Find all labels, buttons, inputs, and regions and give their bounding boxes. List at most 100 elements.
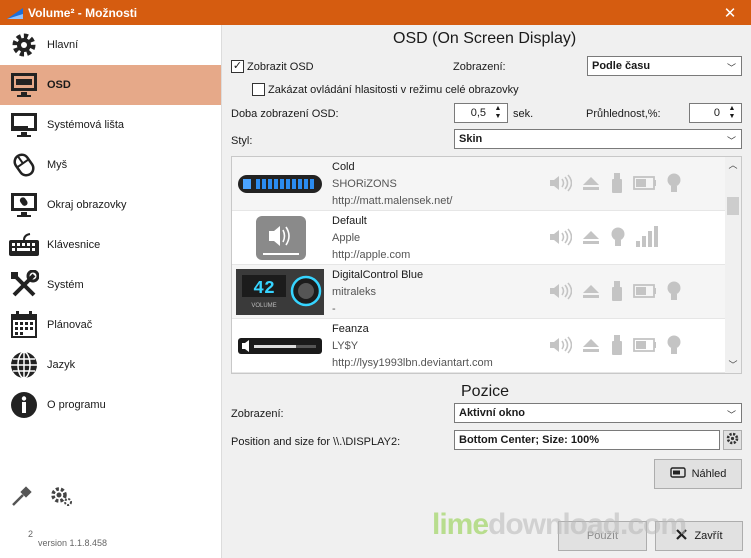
spinner-arrows-icon[interactable]: ▲ ▼ [490,105,506,121]
battery-icon [633,176,657,193]
position-size-field[interactable]: Bottom Center; Size: 100% [454,430,720,450]
skin-features [548,334,682,359]
sidebar-item-label: Plánovač [47,319,93,331]
usb-icon [610,280,624,305]
show-osd-checkbox[interactable]: ✓ [231,60,244,73]
skin-author: SHORiZONS [332,178,397,190]
osd-duration-spinner[interactable]: 0,5 ▲ ▼ [454,103,508,123]
lightbulb-icon [666,280,682,305]
osd-duration-label: Doba zobrazení OSD: [231,108,339,120]
disable-fullscreen-checkbox[interactable] [252,83,265,96]
taskbar-icon [8,109,40,141]
skin-list-scrollbar[interactable]: ︿ ﹀ [725,157,741,373]
eject-icon [581,175,601,194]
gear-icon [8,29,40,61]
close-icon[interactable]: ✕ [709,0,751,25]
skin-row-cold[interactable]: Cold SHORiZONS http://matt.malensek.net/ [232,157,726,211]
sidebar-item-label: OSD [47,79,71,91]
thumb-caption: VOLUME [251,303,276,309]
battery-icon [633,284,657,301]
sidebar-item-label: Jazyk [47,359,76,371]
sidebar-tools [10,485,74,510]
usb-icon [610,334,624,359]
sidebar-item-planovac[interactable]: Plánovač [0,305,221,345]
sidebar: Hlavní OSD Systémová lišta Myš Okraj obr… [0,25,222,558]
app-volume-icon [6,6,24,20]
brush-icon[interactable] [10,485,34,510]
skin-row-default[interactable]: Default Apple http://apple.com [232,211,726,265]
signal-bars-icon [635,226,659,251]
preview-icon [669,467,686,481]
position-display-label: Zobrazení: [231,408,284,420]
style-value: Skin [459,133,483,145]
position-display-value: Aktivní okno [459,407,526,419]
osd-display-select[interactable]: Podle času ﹀ [587,56,742,76]
position-size-value: Bottom Center; Size: 100% [459,434,599,446]
skin-name: Feanza [332,323,369,335]
skin-features [548,172,682,197]
tools-icon [8,269,40,301]
eject-icon [581,337,601,356]
skin-features [548,280,682,305]
sidebar-item-klavesnice[interactable]: Klávesnice [0,225,221,265]
skin-url: http://lysy1993lbn.deviantart.com [332,357,493,369]
info-icon [8,389,40,421]
mouse-icon [8,149,40,181]
skin-row-feanza[interactable]: Feanza LY$Y http://lysy1993lbn.deviantar… [232,319,726,373]
position-display-select[interactable]: Aktivní okno ﹀ [454,403,742,423]
skin-thumbnail-digitalcontrol: 42 VOLUME [236,269,324,315]
skin-author: Apple [332,232,361,244]
close-label: Zavřít [694,530,723,542]
sidebar-item-label: Systém [47,279,84,291]
sidebar-item-label: Myš [47,159,68,171]
preview-label: Náhled [691,468,727,480]
watermark-logo: limedownload.com [432,508,687,542]
sidebar-item-mys[interactable]: Myš [0,145,221,185]
osd-display-value: Podle času [592,60,651,72]
transparency-label: Průhlednost,%: [586,108,661,120]
version-superscript: 2 [28,529,34,539]
show-osd-label: Zobrazit OSD [247,61,314,73]
sidebar-item-osd[interactable]: OSD [0,65,221,105]
skin-author: LY$Y [332,340,359,352]
osd-display-label: Zobrazení: [453,61,506,73]
keyboard-icon [8,229,40,261]
sidebar-item-systemova-lista[interactable]: Systémová lišta [0,105,221,145]
sidebar-item-jazyk[interactable]: Jazyk [0,345,221,385]
spinner-arrows-icon[interactable]: ▲ ▼ [724,105,740,121]
scrollbar-thumb[interactable] [727,197,739,215]
sidebar-item-okraj-obrazovky[interactable]: Okraj obrazovky [0,185,221,225]
skin-name: Default [332,215,367,227]
gear-icon [726,432,739,448]
title-bar: Volume² - Možnosti ✕ [0,0,751,25]
skin-name: Cold [332,161,355,173]
style-select[interactable]: Skin ﹀ [454,129,742,149]
scroll-up-icon[interactable]: ︿ [725,157,741,173]
sidebar-item-label: Klávesnice [47,239,101,251]
chevron-down-icon: ﹀ [726,136,736,146]
speaker-icon [548,173,573,196]
osd-duration-value: 0,5 [470,107,486,119]
skin-row-digitalcontrol-blue[interactable]: 42 VOLUME DigitalControl Blue mitraleks - [232,265,726,319]
chevron-down-icon: ﹀ [726,63,736,73]
eject-icon [581,229,601,248]
scroll-down-icon[interactable]: ﹀ [725,357,741,373]
position-section-title: Pozice [461,383,510,400]
speaker-icon [548,281,573,304]
osd-section-title: OSD (On Screen Display) [393,30,577,47]
skin-list[interactable]: Cold SHORiZONS http://matt.malensek.net/… [231,156,742,374]
duration-unit: sek. [513,108,534,120]
preview-button[interactable]: Náhled [654,459,742,489]
globe-icon [8,349,40,381]
sidebar-item-hlavni[interactable]: Hlavní [0,25,221,65]
settings-gear-icon[interactable] [50,485,74,510]
skin-author: mitraleks [332,286,377,298]
position-settings-button[interactable] [723,430,742,450]
skin-url: http://apple.com [332,249,411,261]
transparency-spinner[interactable]: 0 ▲ ▼ [689,103,742,123]
lightbulb-icon [666,172,682,197]
sidebar-item-o-programu[interactable]: O programu [0,385,221,425]
sidebar-item-system[interactable]: Systém [0,265,221,305]
speaker-icon [548,335,573,358]
skin-url: - [332,303,336,315]
